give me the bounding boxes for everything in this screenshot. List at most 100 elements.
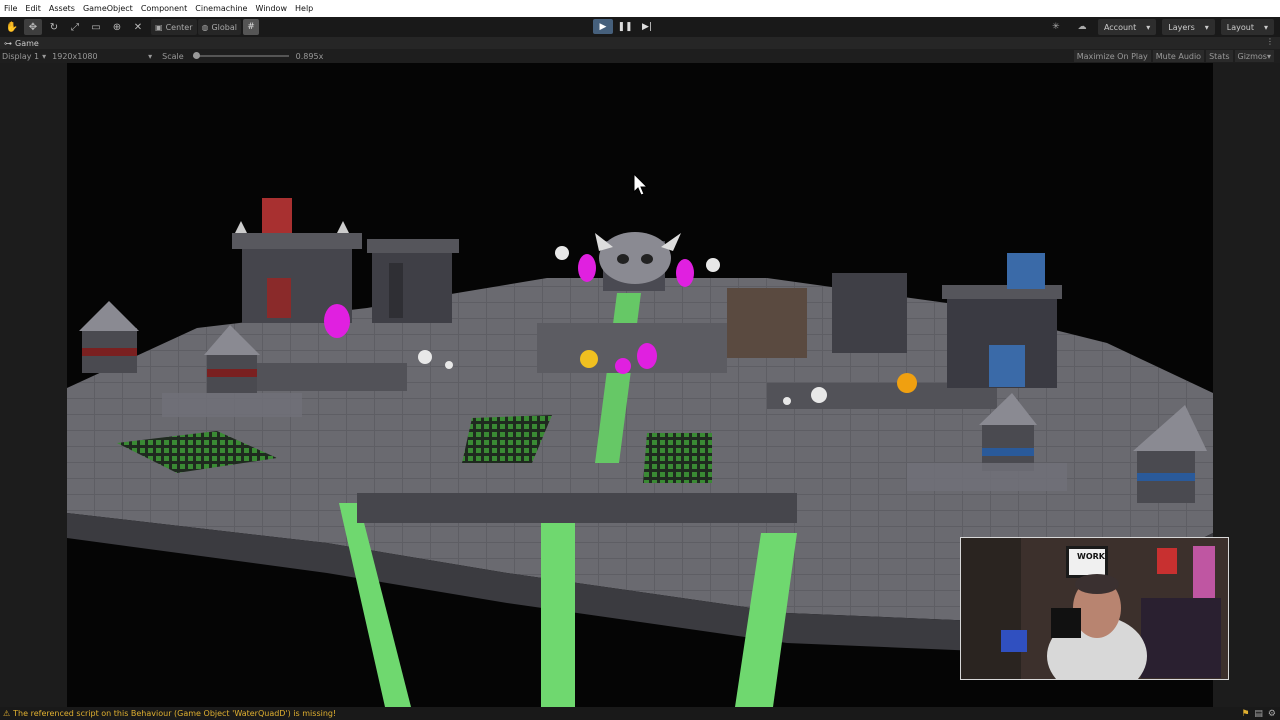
skull-1	[555, 246, 569, 260]
space-label: Global	[211, 22, 238, 32]
blue-tower	[942, 253, 1062, 388]
chevron-down-icon: ▾	[42, 51, 47, 61]
menu-component[interactable]: Component	[141, 4, 187, 13]
skull-2	[706, 258, 720, 272]
menu-bar: File Edit Assets GameObject Component Ci…	[0, 0, 1280, 17]
wrench-icon: ✕	[133, 21, 143, 33]
magic-flame-3	[324, 304, 350, 338]
account-dropdown[interactable]: Account ▾	[1097, 19, 1157, 35]
menu-assets[interactable]: Assets	[49, 4, 75, 13]
menu-gameobject[interactable]: GameObject	[83, 4, 133, 13]
layers-dropdown[interactable]: Layers ▾	[1162, 19, 1215, 35]
webcam-poster-text: WORK	[1077, 552, 1105, 561]
gamepad-icon: ⊶	[4, 38, 12, 48]
right-gray-tower	[832, 273, 907, 353]
layout-dropdown[interactable]: Layout ▾	[1220, 19, 1274, 35]
gizmos-toggle[interactable]: Gizmos ▾	[1234, 50, 1274, 62]
right-toolbar: ✳ ☁ Account ▾ Layers ▾ Layout ▾	[1046, 19, 1274, 35]
services-button[interactable]: ✳	[1046, 19, 1066, 35]
skull-4	[811, 387, 827, 403]
step-button[interactable]: ▶|	[637, 19, 657, 34]
spike-fence-left	[162, 393, 302, 417]
display-dropdown[interactable]: Display 1 ▾	[2, 52, 46, 61]
play-icon: ▶	[599, 21, 607, 32]
game-view-toolbar: Display 1 ▾ 1920x1080 ▾ Scale 0.895x Max…	[0, 49, 1280, 63]
tab-game-label: Game	[15, 38, 39, 48]
status-bar[interactable]: ⚠ The referenced script on this Behaviou…	[0, 707, 1280, 720]
menu-help[interactable]: Help	[295, 4, 313, 13]
scale-tool-button[interactable]: ⤢	[66, 19, 84, 35]
rect-icon: ▭	[91, 21, 101, 33]
layout-label: Layout	[1226, 22, 1254, 32]
status-message: The referenced script on this Behaviour …	[13, 709, 337, 718]
gray-tower	[367, 239, 459, 323]
wooden-gate	[727, 288, 807, 358]
stats-toggle[interactable]: Stats	[1206, 50, 1233, 62]
skull-6	[783, 397, 791, 405]
debug-icon[interactable]: ⚑	[1241, 709, 1249, 719]
account-label: Account	[1103, 22, 1137, 32]
fire-brazier-1	[580, 350, 598, 368]
display-label: Display 1	[2, 51, 40, 61]
skull-3	[418, 350, 432, 364]
step-icon: ▶|	[642, 21, 652, 32]
skull-5	[445, 361, 453, 369]
menu-edit[interactable]: Edit	[25, 4, 41, 13]
transform-icon: ⊕	[112, 21, 122, 33]
spike-pillar-left	[79, 301, 139, 373]
pivot-space-toggle[interactable]: ◍ Global	[197, 19, 242, 35]
settings-icon[interactable]: ⚙	[1268, 709, 1276, 719]
tab-menu-button[interactable]: ⋮	[1266, 37, 1274, 46]
menu-cinemachine[interactable]: Cinemachine	[195, 4, 247, 13]
fire-brazier-2	[897, 373, 917, 393]
magic-flame-4	[637, 343, 657, 369]
game-view-options: Maximize On Play Mute Audio Stats Gizmos…	[1073, 49, 1274, 63]
chevron-down-icon: ▾	[1263, 22, 1268, 32]
hand-tool-button[interactable]: ✋	[3, 19, 21, 35]
scale-slider-handle[interactable]	[192, 52, 200, 59]
rotate-icon: ↻	[49, 21, 59, 33]
game-tab-bar: ⊶ Game ⋮	[0, 37, 1280, 49]
custom-tool-button[interactable]: ✕	[129, 19, 147, 35]
central-stairs	[537, 323, 727, 373]
layers-label: Layers	[1168, 22, 1195, 32]
sparkle-icon: ✳	[1052, 22, 1060, 32]
magic-flame-5	[615, 358, 631, 374]
kebab-icon: ⋮	[1266, 37, 1274, 46]
red-tower	[232, 198, 362, 323]
magic-flame-2	[676, 259, 694, 287]
pivot-mode-toggle[interactable]: ▣ Center	[151, 19, 197, 35]
maximize-on-play-toggle[interactable]: Maximize On Play	[1073, 50, 1151, 62]
cloud-button[interactable]: ☁	[1072, 19, 1092, 35]
progress-icon[interactable]: ▤	[1254, 709, 1263, 719]
scale-icon: ⤢	[71, 21, 79, 33]
cloud-icon: ☁	[1077, 22, 1087, 32]
chevron-down-icon: ▾	[1146, 22, 1151, 32]
tab-game[interactable]: ⊶ Game	[0, 39, 39, 48]
move-tool-button[interactable]: ✥	[24, 19, 42, 35]
menu-file[interactable]: File	[4, 4, 17, 13]
grid-snap-toggle[interactable]: #	[243, 19, 260, 35]
mouse-cursor-icon	[633, 173, 649, 196]
pivot-label: Center	[165, 22, 193, 32]
scale-slider[interactable]	[192, 52, 289, 59]
floor-grate-3	[643, 433, 712, 483]
magic-flame-1	[578, 254, 596, 282]
menu-window[interactable]: Window	[255, 4, 287, 13]
transform-tool-button[interactable]: ⊕	[108, 19, 126, 35]
resolution-label: 1920x1080	[52, 51, 98, 61]
pause-icon: ❚❚	[617, 21, 633, 32]
chevron-down-icon: ▾	[1204, 22, 1209, 32]
spike-fence-right	[907, 463, 1067, 491]
rotate-tool-button[interactable]: ↻	[45, 19, 63, 35]
scale-control: Scale 0.895x	[162, 52, 323, 61]
slime-waterfall-center	[541, 503, 575, 707]
status-icons: ⚑ ▤ ⚙	[1241, 707, 1276, 720]
pivot-icon: ▣	[155, 22, 163, 32]
resolution-dropdown[interactable]: 1920x1080 ▾	[52, 52, 152, 61]
playmode-controls: ▶ ❚❚ ▶|	[593, 19, 659, 34]
mute-audio-toggle[interactable]: Mute Audio	[1152, 50, 1205, 62]
rect-tool-button[interactable]: ▭	[87, 19, 105, 35]
pause-button[interactable]: ❚❚	[615, 19, 635, 34]
play-button[interactable]: ▶	[593, 19, 613, 34]
